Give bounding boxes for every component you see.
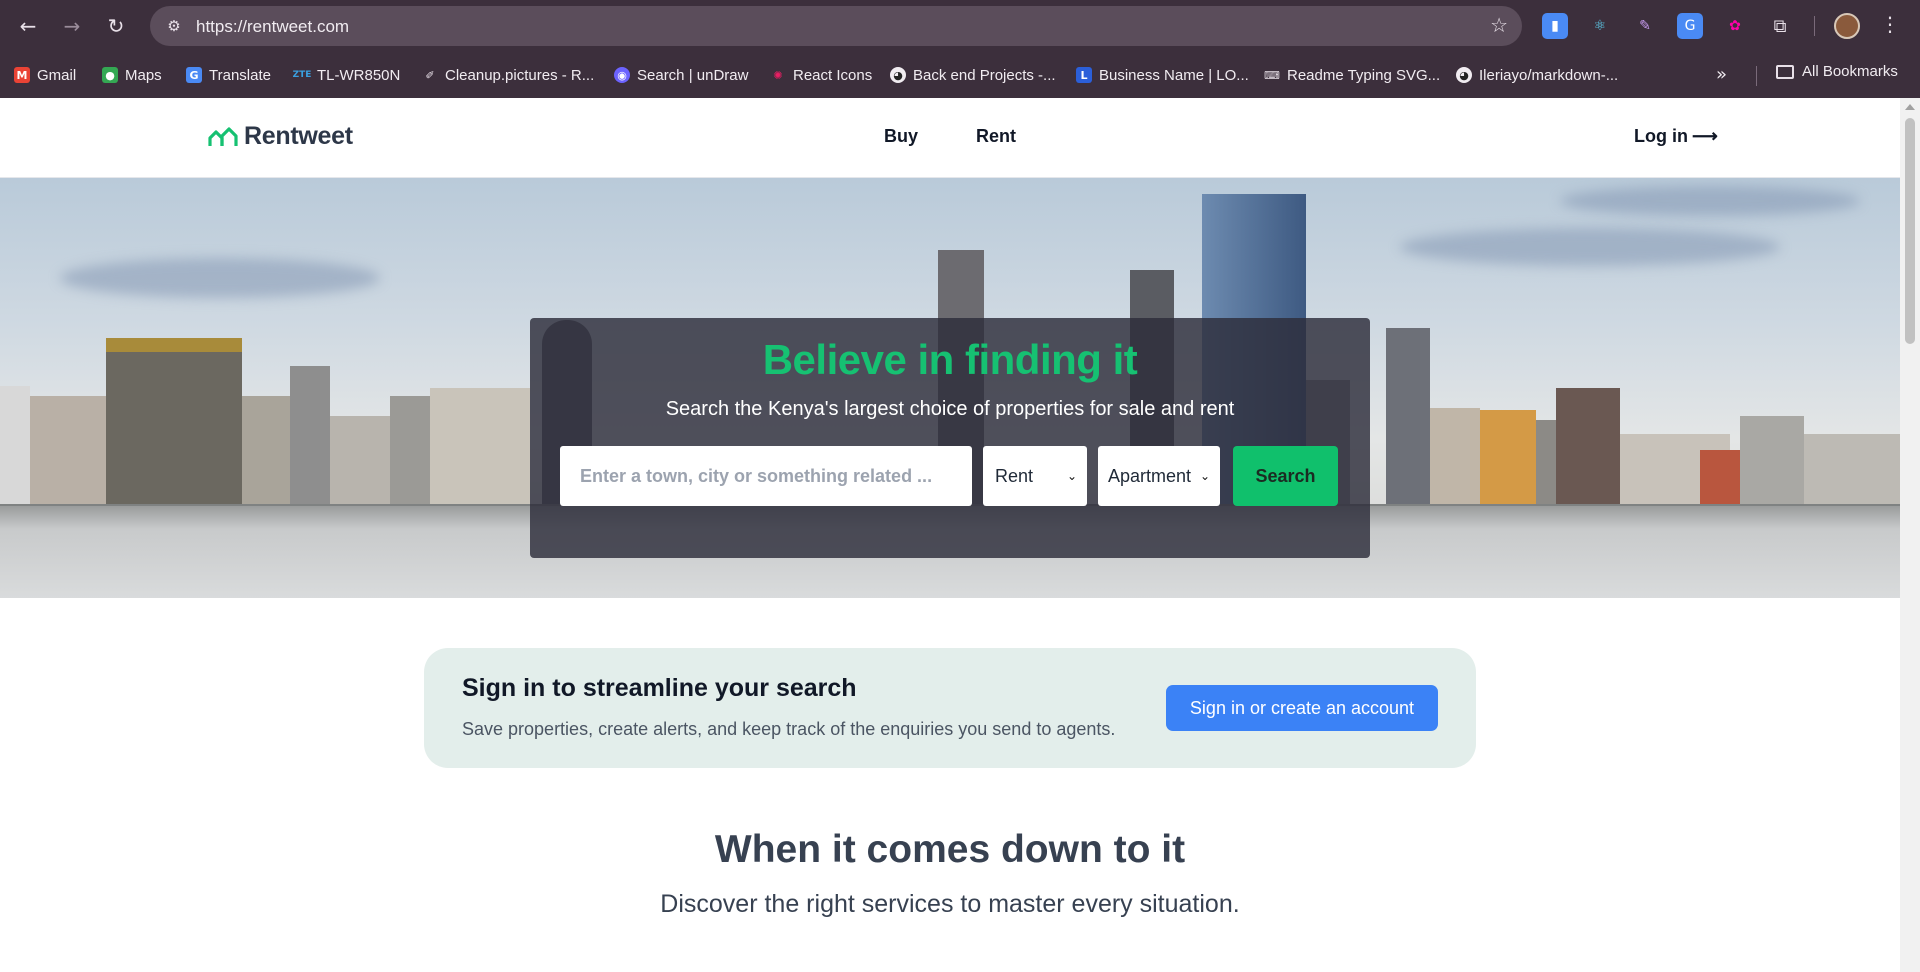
signin-card: Sign in to streamline your search Save p… xyxy=(424,648,1476,768)
login-label: Log in xyxy=(1634,126,1688,146)
bookmark-gmail[interactable]: M Gmail xyxy=(14,63,76,87)
bookmark-markdown[interactable]: ◕ Ileriayo/markdown-... xyxy=(1456,63,1618,87)
url-text[interactable]: https://rentweet.com xyxy=(196,17,349,37)
bookmarks-overflow-icon[interactable]: » xyxy=(1716,64,1727,85)
scroll-up-icon[interactable] xyxy=(1905,104,1915,110)
bookmark-label: React Icons xyxy=(793,66,873,84)
github-icon: ◕ xyxy=(1456,67,1472,83)
address-bar[interactable]: ⚙ https://rentweet.com ☆ xyxy=(150,6,1522,46)
bookmark-business-name[interactable]: L Business Name | LO... xyxy=(1076,63,1249,87)
arrow-right-icon: ⟶ xyxy=(1691,126,1718,146)
browser-chrome: ← → ↻ ⚙ https://rentweet.com ☆ ▮ ⚛ ✎ G ✿… xyxy=(0,0,1920,98)
profile-avatar[interactable] xyxy=(1834,13,1860,39)
scrollbar-thumb[interactable] xyxy=(1905,118,1915,344)
search-panel: Believe in finding it Search the Kenya's… xyxy=(530,318,1370,558)
hero-title: Believe in finding it xyxy=(762,336,1138,383)
extension-color-picker-icon[interactable]: ✿ xyxy=(1722,13,1748,39)
location-search-input[interactable] xyxy=(560,446,972,506)
bookmark-maps[interactable]: ● Maps xyxy=(102,63,162,87)
bookmark-label: Back end Projects -... xyxy=(913,66,1056,84)
maps-icon: ● xyxy=(102,67,118,83)
extension-pen-icon[interactable]: ✎ xyxy=(1632,13,1658,39)
bookmark-label: Readme Typing SVG... xyxy=(1287,66,1441,84)
hero-section: Believe in finding it Search the Kenya's… xyxy=(0,178,1900,598)
all-bookmarks[interactable]: All Bookmarks xyxy=(1776,63,1898,80)
bookmark-label: TL-WR850N xyxy=(317,66,401,84)
bookmark-label: Cleanup.pictures - R... xyxy=(445,66,595,84)
web-page: Rentweet Buy Rent Log in ⟶ Believe in fi… xyxy=(0,98,1900,972)
translate-icon: G xyxy=(186,67,202,83)
page-scrollbar[interactable] xyxy=(1900,98,1920,972)
listing-type-select[interactable]: Rent ⌄ xyxy=(983,446,1087,506)
browser-menu-icon[interactable]: ⋮ xyxy=(1880,12,1900,36)
hero-subtitle: Search the Kenya's largest choice of pro… xyxy=(665,398,1235,420)
gmail-icon: M xyxy=(14,67,30,83)
brush-icon: ✐ xyxy=(425,68,435,82)
property-type-select[interactable]: Apartment ⌄ xyxy=(1098,446,1220,506)
logo-maker-icon: L xyxy=(1076,67,1092,83)
react-icons-icon: ✺ xyxy=(773,68,783,82)
bookmark-undraw[interactable]: ◉ Search | unDraw xyxy=(614,63,748,87)
bookmark-label: Maps xyxy=(125,66,162,84)
brand-name: Rentweet xyxy=(244,122,353,150)
browser-toolbar: ← → ↻ ⚙ https://rentweet.com ☆ ▮ ⚛ ✎ G ✿… xyxy=(0,0,1920,52)
bookmark-label: Search | unDraw xyxy=(637,66,749,84)
extension-docs-icon[interactable]: ▮ xyxy=(1542,13,1568,39)
bookmark-backend-projects[interactable]: ◕ Back end Projects -... xyxy=(890,63,1056,87)
signin-title: Sign in to streamline your search xyxy=(462,674,857,702)
bookmark-label: Business Name | LO... xyxy=(1099,66,1249,84)
site-info-icon[interactable]: ⚙ xyxy=(162,14,186,38)
bookmark-star-icon[interactable]: ☆ xyxy=(1490,13,1508,37)
forward-icon[interactable]: → xyxy=(56,10,88,42)
site-header: Rentweet Buy Rent Log in ⟶ xyxy=(0,98,1900,178)
property-type-value: Apartment xyxy=(1108,465,1192,486)
bookmark-translate[interactable]: G Translate xyxy=(186,63,271,87)
router-icon: ZTE xyxy=(292,70,312,80)
site-logo[interactable]: Rentweet xyxy=(208,122,353,151)
keyboard-icon: ⌨ xyxy=(1264,68,1280,82)
toolbar-divider xyxy=(1814,16,1815,36)
bookmark-readme-typing[interactable]: ⌨ Readme Typing SVG... xyxy=(1264,63,1440,87)
bookmark-label: Translate xyxy=(209,66,271,84)
all-bookmarks-label: All Bookmarks xyxy=(1802,63,1898,80)
extensions-puzzle-icon[interactable]: ⧉ xyxy=(1767,13,1793,39)
back-icon[interactable]: ← xyxy=(12,10,44,42)
chevron-down-icon: ⌄ xyxy=(1066,469,1077,483)
services-title: When it comes down to it xyxy=(714,828,1186,871)
reload-icon[interactable]: ↻ xyxy=(100,10,132,42)
github-icon: ◕ xyxy=(890,67,906,83)
nav-rent-link[interactable]: Rent xyxy=(976,126,1016,147)
extension-react-devtools-icon[interactable]: ⚛ xyxy=(1587,13,1613,39)
bookmark-label: Gmail xyxy=(37,66,77,84)
bookmark-router[interactable]: ZTE TL-WR850N xyxy=(292,63,401,87)
signin-create-account-button[interactable]: Sign in or create an account xyxy=(1166,685,1438,731)
bookmark-label: Ileriayo/markdown-... xyxy=(1479,66,1619,84)
search-button[interactable]: Search xyxy=(1233,446,1338,506)
signin-subtitle: Save properties, create alerts, and keep… xyxy=(462,719,1116,739)
services-subtitle: Discover the right services to master ev… xyxy=(660,890,1240,918)
bookmark-react-icons[interactable]: ✺ React Icons xyxy=(770,63,872,87)
login-link[interactable]: Log in ⟶ xyxy=(1634,126,1718,147)
rentweet-logo-icon xyxy=(208,126,238,146)
bookmark-cleanup[interactable]: ✐ Cleanup.pictures - R... xyxy=(422,63,594,87)
chevron-down-icon: ⌄ xyxy=(1199,469,1210,483)
extension-translate-icon[interactable]: G xyxy=(1677,13,1703,39)
bookmarks-bar: M Gmail ● Maps G Translate ZTE TL-WR850N… xyxy=(0,52,1920,98)
bookmarks-divider xyxy=(1756,66,1757,86)
listing-type-value: Rent xyxy=(995,465,1034,486)
nav-buy-link[interactable]: Buy xyxy=(884,126,918,147)
folder-icon xyxy=(1776,64,1794,79)
undraw-icon: ◉ xyxy=(614,67,630,83)
